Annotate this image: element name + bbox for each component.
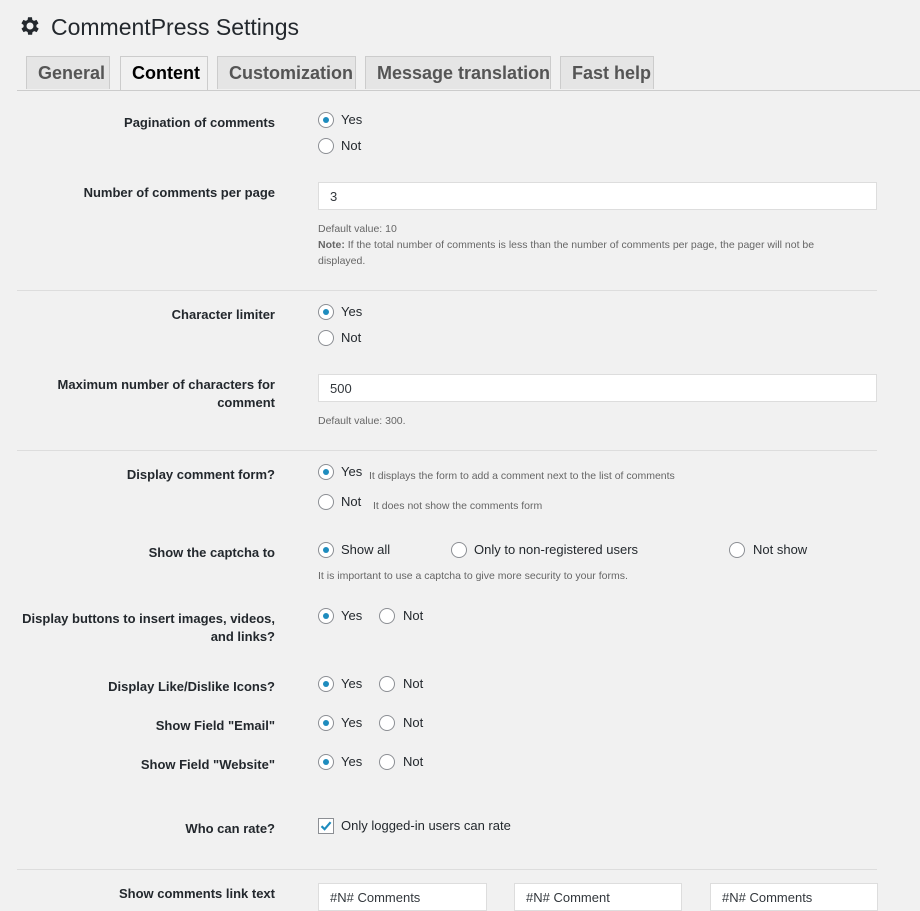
- max-chars-label-line1: Maximum number of characters for: [57, 377, 275, 392]
- captcha-non-registered-radio[interactable]: [451, 542, 467, 558]
- media-buttons-label-line1: Display buttons to insert images, videos…: [22, 611, 275, 626]
- field-website-no-label: Not: [403, 754, 424, 769]
- tab-content[interactable]: Content: [120, 56, 208, 91]
- captcha-non-registered-label: Only to non-registered users: [474, 542, 639, 557]
- per-page-note-text: If the total number of comments is less …: [318, 239, 815, 267]
- rating-label: Who can rate?: [185, 821, 275, 836]
- field-website-label: Show Field "Website": [140, 757, 275, 772]
- pagination-yes-radio[interactable]: [318, 112, 334, 128]
- link-text-none-input[interactable]: [710, 883, 878, 911]
- section-divider: [17, 869, 877, 870]
- char-limiter-no-radio[interactable]: [318, 330, 334, 346]
- field-email-yes-label: Yes: [341, 715, 363, 730]
- rating-checkbox[interactable]: [318, 818, 334, 834]
- max-chars-input[interactable]: [318, 374, 877, 402]
- like-dislike-yes-radio[interactable]: [318, 676, 334, 692]
- like-dislike-no-label: Not: [403, 676, 424, 691]
- comment-form-yes-radio[interactable]: [318, 464, 334, 480]
- tab-divider: [17, 90, 920, 91]
- captcha-hint: It is important to use a captcha to give…: [318, 570, 628, 582]
- tab-fast-help[interactable]: Fast help: [560, 56, 654, 89]
- checkmark-icon: [320, 821, 332, 831]
- media-buttons-no-label: Not: [403, 608, 424, 623]
- field-email-no-label: Not: [403, 715, 424, 730]
- field-email-label: Show Field "Email": [155, 718, 275, 733]
- section-divider: [17, 450, 877, 451]
- per-page-input[interactable]: [318, 182, 877, 210]
- link-text-plural-input[interactable]: [318, 883, 487, 911]
- media-buttons-yes-radio[interactable]: [318, 608, 334, 624]
- media-buttons-no-radio[interactable]: [379, 608, 395, 624]
- page-title: CommentPress Settings: [51, 14, 299, 40]
- comment-form-no-radio[interactable]: [318, 494, 334, 510]
- per-page-note-label: Note:: [318, 239, 345, 251]
- comment-form-label: Display comment form?: [126, 467, 275, 482]
- char-limiter-label: Character limiter: [171, 307, 275, 322]
- captcha-label: Show the captcha to: [148, 545, 275, 560]
- field-website-yes-label: Yes: [341, 754, 363, 769]
- section-divider: [17, 290, 877, 291]
- captcha-not-show-radio[interactable]: [729, 542, 745, 558]
- max-chars-default: Default value: 300.: [318, 415, 406, 427]
- char-limiter-yes-label: Yes: [341, 304, 363, 319]
- media-buttons-yes-label: Yes: [341, 608, 363, 623]
- rating-checkbox-label: Only logged-in users can rate: [341, 818, 511, 833]
- captcha-show-all-radio[interactable]: [318, 542, 334, 558]
- per-page-note: Note: If the total number of comments is…: [318, 237, 863, 269]
- gear-icon: [21, 17, 39, 35]
- media-buttons-label-line2: and links?: [210, 629, 275, 644]
- link-text-singular-input[interactable]: [514, 883, 682, 911]
- char-limiter-no-label: Not: [341, 330, 362, 345]
- pagination-no-label: Not: [341, 138, 362, 153]
- like-dislike-yes-label: Yes: [341, 676, 363, 691]
- tab-message-translation[interactable]: Message translation: [365, 56, 551, 89]
- field-email-no-radio[interactable]: [379, 715, 395, 731]
- comment-form-no-hint: It does not show the comments form: [373, 500, 543, 512]
- tab-customization[interactable]: Customization: [217, 56, 356, 89]
- captcha-not-show-label: Not show: [753, 542, 808, 557]
- comment-form-yes-hint: It displays the form to add a comment ne…: [369, 470, 675, 482]
- like-dislike-no-radio[interactable]: [379, 676, 395, 692]
- field-website-yes-radio[interactable]: [318, 754, 334, 770]
- per-page-label: Number of comments per page: [83, 185, 275, 200]
- max-chars-label-line2: comment: [217, 395, 275, 410]
- comment-form-yes-label: Yes: [341, 464, 363, 479]
- field-email-yes-radio[interactable]: [318, 715, 334, 731]
- char-limiter-yes-radio[interactable]: [318, 304, 334, 320]
- link-text-label: Show comments link text: [118, 886, 275, 901]
- comment-form-no-label: Not: [341, 494, 362, 509]
- per-page-default: Default value: 10: [318, 223, 397, 235]
- tab-general[interactable]: General: [26, 56, 110, 89]
- captcha-show-all-label: Show all: [341, 542, 391, 557]
- like-dislike-label: Display Like/Dislike Icons?: [108, 679, 275, 694]
- pagination-yes-label: Yes: [341, 112, 363, 127]
- pagination-label: Pagination of comments: [124, 115, 275, 130]
- pagination-no-radio[interactable]: [318, 138, 334, 154]
- field-website-no-radio[interactable]: [379, 754, 395, 770]
